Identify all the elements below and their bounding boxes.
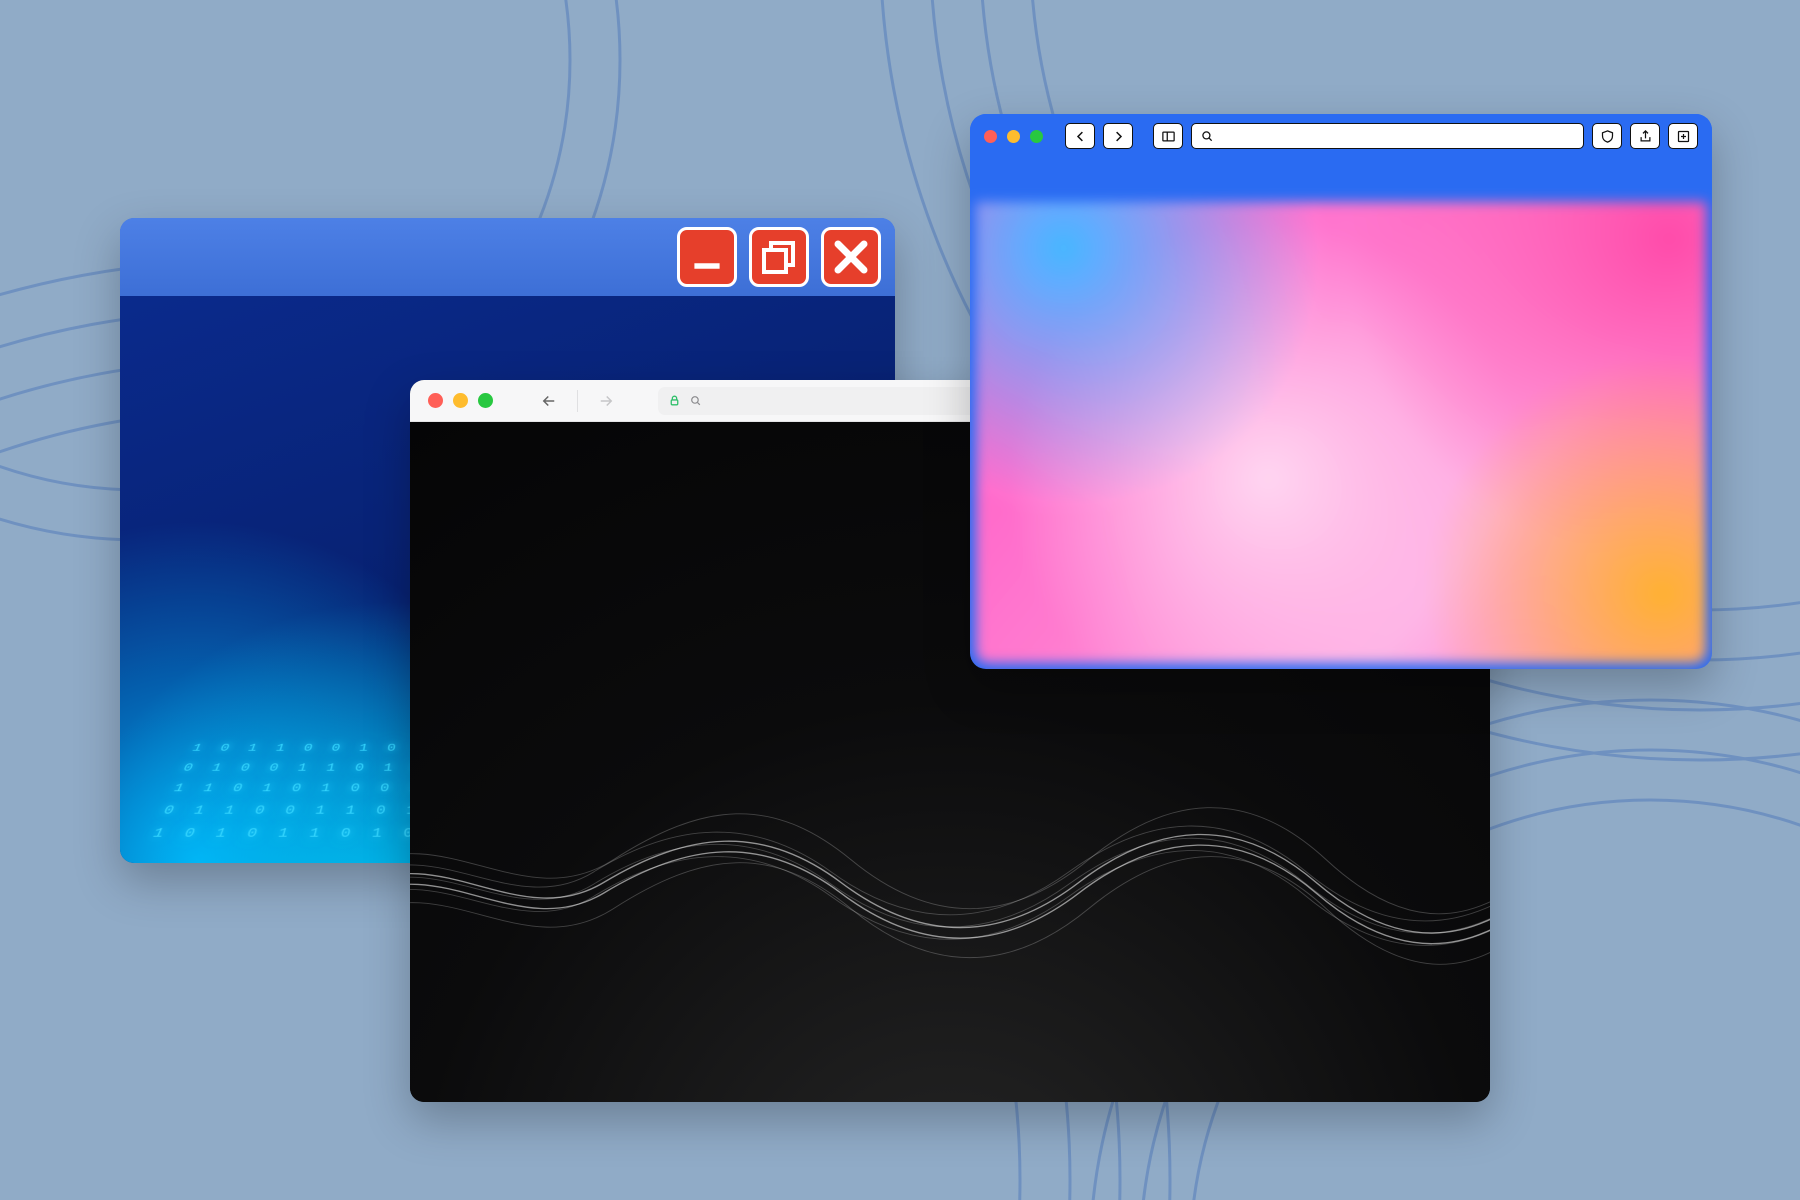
chevron-left-icon xyxy=(1073,129,1088,144)
wave-mesh xyxy=(410,721,1490,1047)
toolbar-divider xyxy=(577,390,578,412)
traffic-close[interactable] xyxy=(428,393,443,408)
traffic-close[interactable] xyxy=(984,130,997,143)
shield-icon xyxy=(1600,129,1615,144)
traffic-fullscreen[interactable] xyxy=(478,393,493,408)
nav-back-button[interactable] xyxy=(535,387,563,415)
share-button[interactable] xyxy=(1630,123,1660,149)
sidebar-toggle-icon xyxy=(1161,129,1176,144)
shield-button[interactable] xyxy=(1592,123,1622,149)
share-icon xyxy=(1638,129,1653,144)
traffic-minimize[interactable] xyxy=(1007,130,1020,143)
close-button[interactable] xyxy=(821,227,881,287)
minimize-button[interactable] xyxy=(677,227,737,287)
address-bar[interactable] xyxy=(1191,123,1584,149)
titlebar[interactable] xyxy=(120,218,895,296)
traffic-lights xyxy=(984,130,1043,143)
close-icon xyxy=(831,237,871,277)
search-icon xyxy=(689,394,702,407)
maximize-restore-icon xyxy=(759,237,799,277)
new-tab-icon xyxy=(1676,129,1691,144)
chevron-right-icon xyxy=(1111,129,1126,144)
window-browser-light xyxy=(970,114,1712,669)
sidebar-toggle-button[interactable] xyxy=(1153,123,1183,149)
new-tab-button[interactable] xyxy=(1668,123,1698,149)
window-content-gradient xyxy=(976,202,1706,663)
nav-forward-button[interactable] xyxy=(1103,123,1133,149)
browser-toolbar xyxy=(970,114,1712,158)
traffic-fullscreen[interactable] xyxy=(1030,130,1043,143)
maximize-button[interactable] xyxy=(749,227,809,287)
traffic-lights xyxy=(428,393,493,408)
arrow-left-icon xyxy=(540,392,558,410)
traffic-minimize[interactable] xyxy=(453,393,468,408)
nav-forward-button[interactable] xyxy=(592,387,620,415)
illustration-canvas: 1 0 1 1 0 0 1 0 1 1 0 1 0 0 1 1 0 1 0 1 … xyxy=(0,0,1800,1200)
nav-back-button[interactable] xyxy=(1065,123,1095,149)
lock-icon xyxy=(668,394,681,407)
window-content-wrap xyxy=(970,158,1712,669)
minimize-icon xyxy=(689,237,725,277)
arrow-right-icon xyxy=(597,392,615,410)
search-icon xyxy=(1200,129,1214,143)
